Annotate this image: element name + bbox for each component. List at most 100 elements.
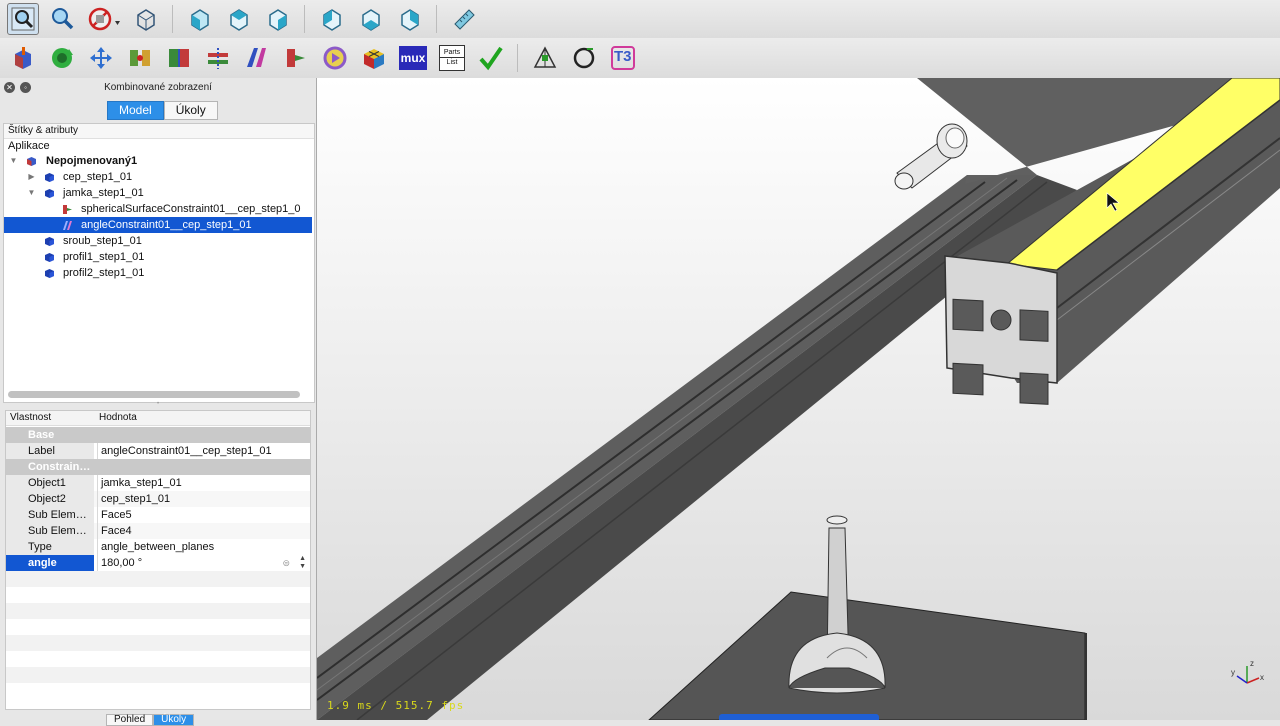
document-tab[interactable] xyxy=(719,714,879,720)
assembly-toolbar: mux Parts List T3 xyxy=(0,38,1280,79)
property-value[interactable]: angleConstraint01__cep_step1_01 xyxy=(97,443,310,459)
panel-splitter[interactable]: • xyxy=(0,401,316,408)
property-value[interactable]: cep_step1_01 xyxy=(97,491,310,507)
tree-item-part[interactable]: profil1_step1_01 xyxy=(4,249,312,265)
update-assembly-icon[interactable] xyxy=(46,42,78,74)
import-part-icon[interactable] xyxy=(7,42,39,74)
expand-arrow-icon[interactable]: ▶ xyxy=(27,169,36,185)
property-value[interactable]: Face5 xyxy=(97,507,310,523)
toolbar-separator xyxy=(436,5,437,33)
property-group-constraint[interactable]: Constrain… xyxy=(6,459,310,475)
tree-item-part[interactable]: ▶ cep_step1_01 xyxy=(4,169,312,185)
solve-icon[interactable] xyxy=(475,42,507,74)
measure-icon[interactable] xyxy=(448,3,480,35)
profile-cross-section[interactable] xyxy=(944,255,1058,405)
property-name: Object2 xyxy=(6,491,94,507)
tree-item-document[interactable]: ▼ Nepojmenovaný1 xyxy=(4,153,312,169)
circle-icon[interactable] xyxy=(568,42,600,74)
constraint-angle-icon[interactable] xyxy=(241,42,273,74)
property-value[interactable]: Face4 xyxy=(97,523,310,539)
float-icon[interactable]: ◦ xyxy=(20,82,31,93)
part-cube-icon xyxy=(45,173,54,182)
3d-viewport[interactable]: z x y 1.9 ms / 515.7 fps xyxy=(317,78,1280,720)
property-name: Sub Elem… xyxy=(6,523,94,539)
isometric-view-icon[interactable] xyxy=(130,3,162,35)
expression-icon[interactable]: ⊜ xyxy=(282,555,290,571)
constraint-sphere-icon[interactable] xyxy=(280,42,312,74)
tab-data[interactable]: Úkoly xyxy=(153,714,195,726)
fit-selection-icon[interactable] xyxy=(46,3,78,35)
constraint-triangle-icon[interactable] xyxy=(529,42,561,74)
rubiks-cube-icon[interactable] xyxy=(358,42,390,74)
tree-item-constraint[interactable]: angleConstraint01__cep_step1_01 xyxy=(4,217,312,233)
property-value[interactable]: angle_between_planes xyxy=(97,539,310,555)
angle-input[interactable]: 180,00 ° ⊜ ▲ ▼ xyxy=(97,555,310,571)
draw-style-icon[interactable] xyxy=(85,3,123,35)
move-part-icon[interactable] xyxy=(85,42,117,74)
expand-arrow-icon[interactable]: ▼ xyxy=(9,153,18,169)
axis-y-label: y xyxy=(1231,668,1235,677)
fps-counter: 1.9 ms / 515.7 fps xyxy=(327,699,465,712)
tree-item-part[interactable]: sroub_step1_01 xyxy=(4,233,312,249)
mux-icon[interactable]: mux xyxy=(397,42,429,74)
property-name: Label xyxy=(6,443,94,459)
top-view-icon[interactable] xyxy=(223,3,255,35)
combo-view-panel: ✕ ◦ Kombinované zobrazení Model Úkoly Št… xyxy=(0,78,317,726)
parts-list-label: List xyxy=(440,57,464,67)
tree-item-constraint[interactable]: sphericalSurfaceConstraint01__cep_step1_… xyxy=(4,201,312,217)
constraint-point-icon[interactable] xyxy=(124,42,156,74)
front-view-icon[interactable] xyxy=(184,3,216,35)
right-view-icon[interactable] xyxy=(262,3,294,35)
3d-scene[interactable]: z x y xyxy=(317,78,1280,720)
property-header-row: Vlastnost Hodnota xyxy=(6,411,310,426)
property-row[interactable]: Sub Elem… Face4 xyxy=(6,523,310,539)
spherical-constraint-icon xyxy=(63,205,72,214)
property-row[interactable]: Object2 cep_step1_01 xyxy=(6,491,310,507)
property-value[interactable]: jamka_step1_01 xyxy=(97,475,310,491)
bottom-view-icon[interactable] xyxy=(355,3,387,35)
mux-label: mux xyxy=(399,46,427,70)
property-row-angle[interactable]: angle 180,00 ° ⊜ ▲ ▼ xyxy=(6,555,310,571)
part-cube-icon xyxy=(45,253,54,262)
property-name: angle xyxy=(6,555,94,571)
view-toolbar xyxy=(0,0,1280,39)
spin-stepper-icon[interactable]: ▲ ▼ xyxy=(299,555,306,571)
constraint-axial-icon[interactable] xyxy=(202,42,234,74)
expand-arrow-icon[interactable]: ▼ xyxy=(27,185,36,201)
close-icon[interactable]: ✕ xyxy=(4,82,15,93)
empty-row xyxy=(6,571,310,587)
angle-value: 180,00 ° xyxy=(101,557,143,569)
rear-view-icon[interactable] xyxy=(316,3,348,35)
property-row[interactable]: Label angleConstraint01__cep_step1_01 xyxy=(6,443,310,459)
tree-item-part[interactable]: profil2_step1_01 xyxy=(4,265,312,281)
empty-row xyxy=(6,683,310,699)
horizontal-scrollbar[interactable] xyxy=(8,391,300,398)
model-tree[interactable]: Štítky & atributy Aplikace ▼ Nepojmenova… xyxy=(3,123,315,403)
socket-part[interactable] xyxy=(648,515,1087,720)
parts-list-icon[interactable]: Parts List xyxy=(436,42,468,74)
constraint-plane-icon[interactable] xyxy=(163,42,195,74)
animate-icon[interactable] xyxy=(319,42,351,74)
combo-view-tabs: Model Úkoly xyxy=(107,101,218,120)
tree-item-label: sphericalSurfaceConstraint01__cep_step1_… xyxy=(81,203,301,215)
tab-model[interactable]: Model xyxy=(107,101,164,120)
property-row[interactable]: Sub Elem… Face5 xyxy=(6,507,310,523)
property-row[interactable]: Object1 jamka_step1_01 xyxy=(6,475,310,491)
toolbar-separator xyxy=(304,5,305,33)
left-view-icon[interactable] xyxy=(394,3,426,35)
toolbar-separator xyxy=(172,5,173,33)
axis-x-label: x xyxy=(1260,673,1264,682)
property-name: Type xyxy=(6,539,94,555)
tree-item-part[interactable]: ▼ jamka_step1_01 xyxy=(4,185,312,201)
t3-icon[interactable]: T3 xyxy=(607,42,639,74)
pin-part[interactable] xyxy=(894,123,968,190)
fit-all-icon[interactable] xyxy=(7,3,39,35)
property-row[interactable]: Type angle_between_planes xyxy=(6,539,310,555)
tab-tasks[interactable]: Úkoly xyxy=(163,101,218,120)
tree-item-label: cep_step1_01 xyxy=(63,171,133,183)
parts-list-label: Parts xyxy=(443,49,461,56)
property-group-base[interactable]: Base xyxy=(6,427,310,443)
part-cube-icon xyxy=(45,189,54,198)
document-icon xyxy=(27,157,36,166)
tab-view[interactable]: Pohled xyxy=(106,714,154,726)
